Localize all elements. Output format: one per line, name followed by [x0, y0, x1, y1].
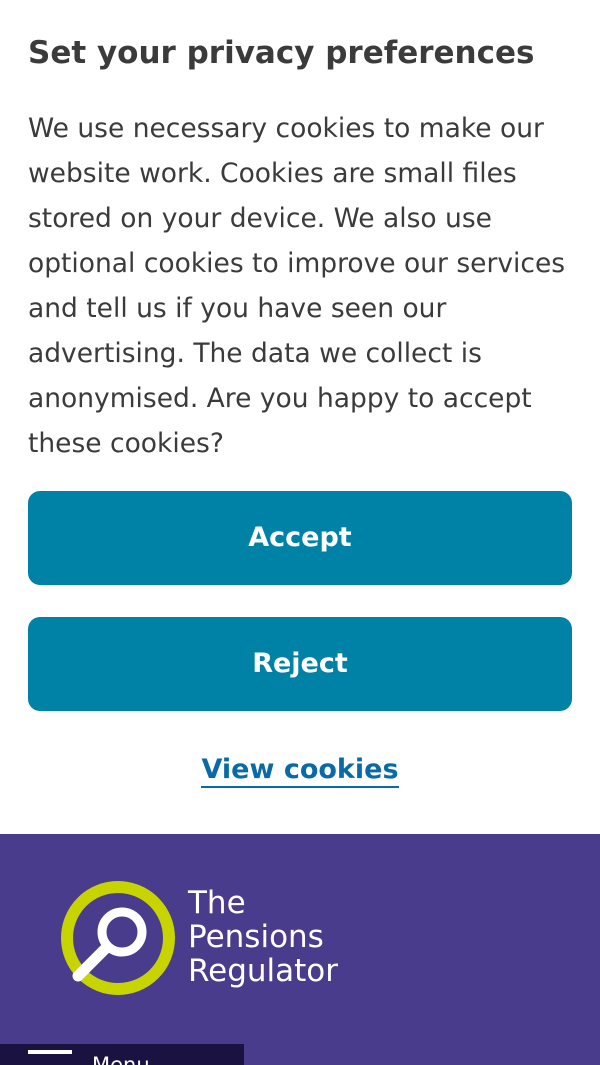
magnifier-logo-icon [61, 881, 175, 995]
menu-button[interactable]: Menu [0, 1044, 244, 1065]
menu-label: Menu [92, 1053, 150, 1065]
site-header: The Pensions Regulator Menu [0, 834, 600, 1065]
reject-button[interactable]: Reject [28, 617, 572, 711]
logo-wordmark: The Pensions Regulator [188, 886, 338, 988]
logo-line-the: The [188, 885, 246, 921]
logo-line-pensions: Pensions [188, 919, 324, 955]
page: Set your privacy preferences We use nece… [0, 0, 600, 1065]
banner-description: We use necessary cookies to make our web… [28, 113, 566, 459]
logo-line-regulator: Regulator [188, 953, 339, 989]
banner-title: Set your privacy preferences [28, 35, 535, 71]
accept-button[interactable]: Accept [28, 491, 572, 585]
view-cookies-container: View cookies [0, 748, 600, 792]
cookie-banner: Set your privacy preferences We use nece… [0, 0, 600, 834]
pensions-regulator-logo[interactable]: The Pensions Regulator [60, 880, 390, 1002]
view-cookies-link[interactable]: View cookies [201, 754, 399, 788]
hamburger-icon [28, 1050, 72, 1054]
